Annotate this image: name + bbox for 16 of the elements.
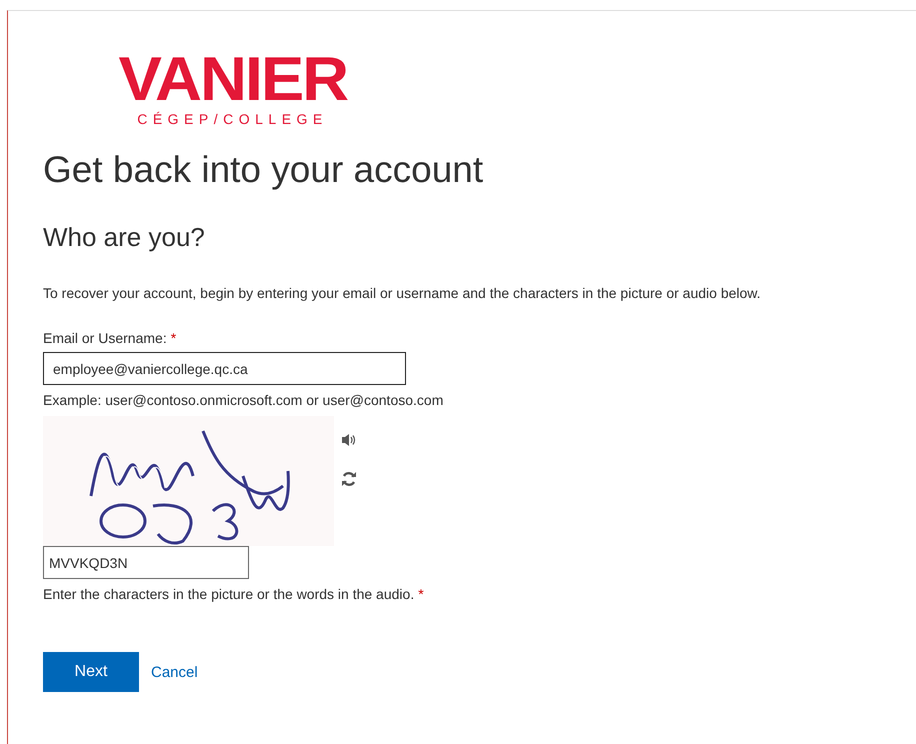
logo-subtitle: CÉGEP/COLLEGE <box>137 111 328 127</box>
field-label: Email or Username: <box>43 329 167 347</box>
speaker-icon[interactable] <box>341 433 357 447</box>
next-button[interactable]: Next <box>43 652 139 692</box>
section-title: Who are you? <box>43 221 206 253</box>
instructions-text: To recover your account, begin by entering your email or username and the characters in the picture or audio below. <box>43 284 762 302</box>
required-mark: * <box>170 329 176 347</box>
captcha-hint: Enter the characters in the picture or the words in the audio. <box>43 585 414 603</box>
refresh-icon[interactable] <box>341 471 357 487</box>
captcha-input-field[interactable]: MVVKQD3N <box>43 546 249 579</box>
logo-wordmark: VANIER <box>118 55 347 105</box>
required-mark: * <box>418 585 424 603</box>
page-title: Get back into your account <box>43 148 484 192</box>
cancel-link[interactable]: Cancel <box>151 664 198 680</box>
email-input-field[interactable]: employee@vaniercollege.qc.ca <box>43 352 406 385</box>
field-hint: Example: user@contoso.onmicrosoft.com or user@contoso.com <box>43 391 444 409</box>
